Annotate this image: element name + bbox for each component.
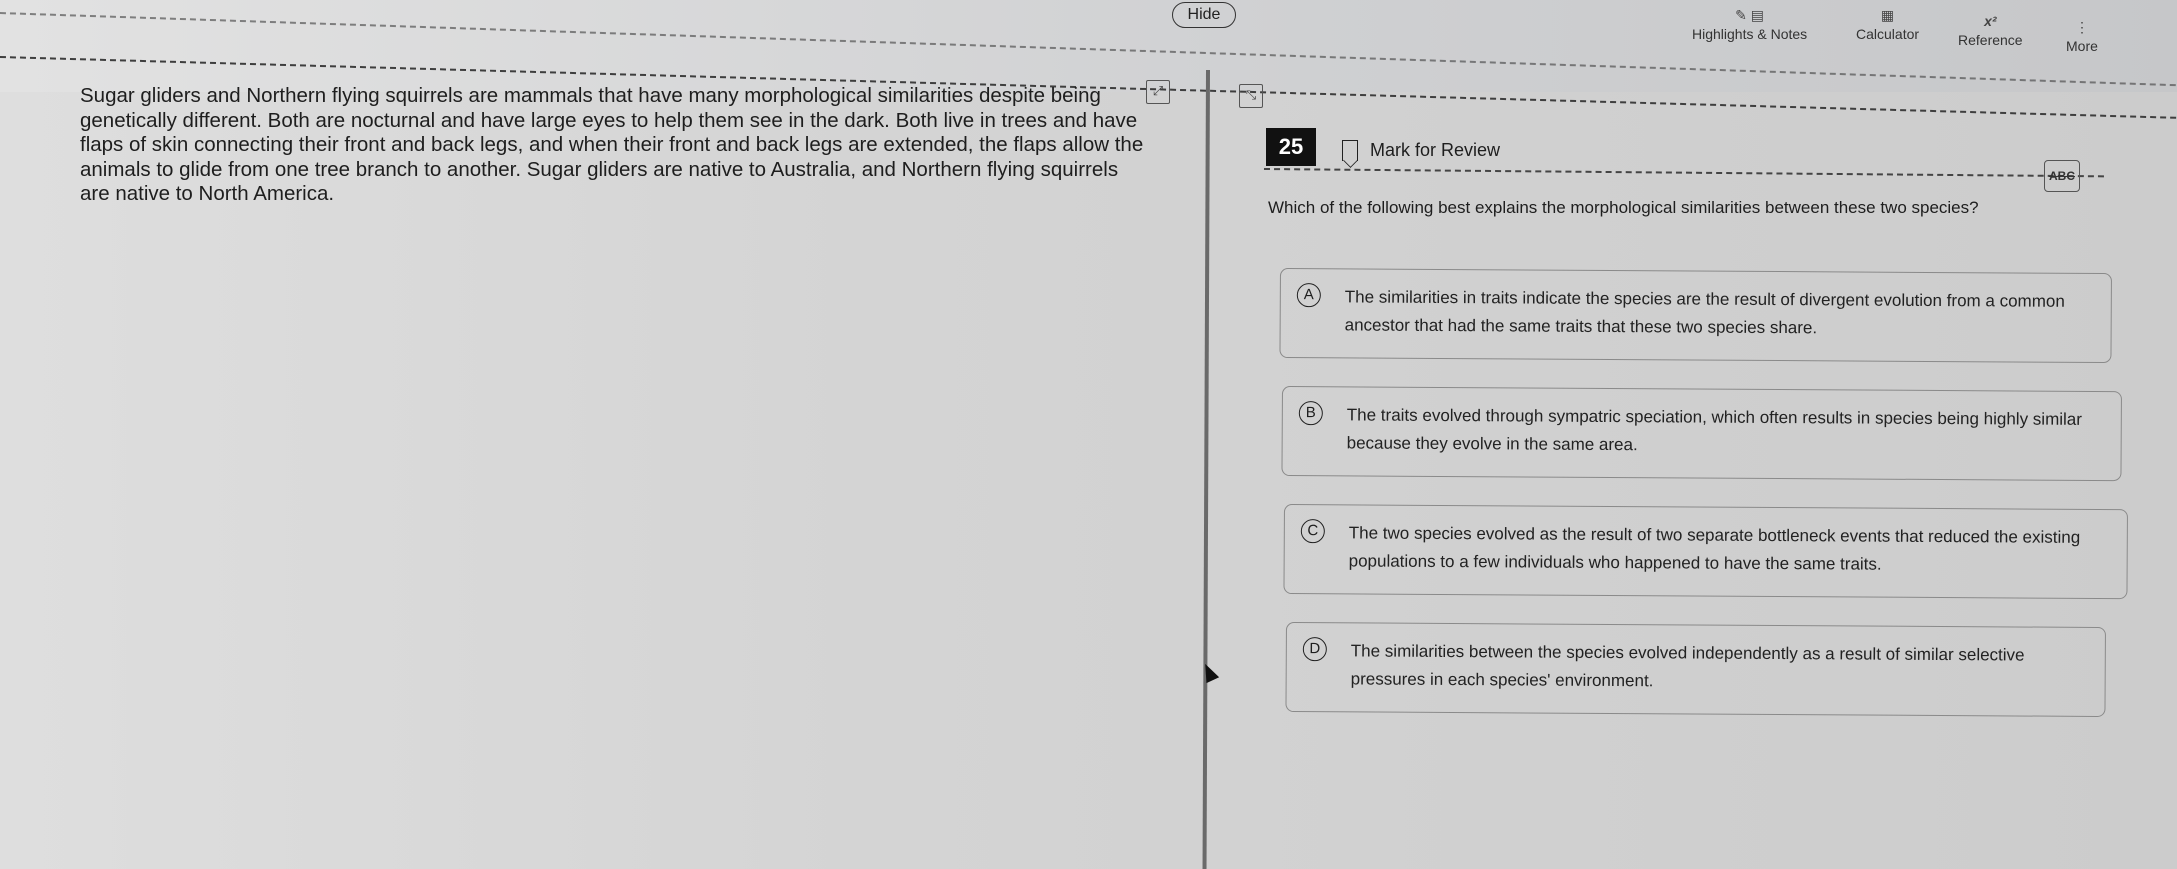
reference-tool[interactable]: x² Reference (1958, 10, 2023, 48)
choice-letter-c: C (1300, 519, 1325, 544)
top-toolbar: Hide ✎ ▤ Highlights & Notes ▦ Calculator… (0, 0, 2177, 119)
reference-label: Reference (1958, 32, 2023, 48)
more-tool[interactable]: ⋮ More (2066, 16, 2098, 54)
highlighter-icon: ✎ ▤ (1735, 7, 1765, 23)
choice-text-a: The similarities in traits indicate the … (1344, 287, 2065, 338)
more-vertical-icon: ⋮ (2074, 19, 2089, 35)
collapse-panel-icon[interactable]: ⤡ (1239, 84, 1263, 108)
panel-divider[interactable] (1202, 70, 1210, 869)
mark-for-review-button[interactable]: Mark for Review (1342, 136, 1500, 164)
hide-button[interactable]: Hide (1172, 2, 1236, 28)
choice-text-d: The similarities between the species evo… (1350, 641, 2025, 691)
calculator-tool[interactable]: ▦ Calculator (1856, 4, 1919, 42)
passage-text: Sugar gliders and Northern flying squirr… (80, 84, 1144, 205)
answer-choice-b[interactable]: B The traits evolved through sympatric s… (1281, 386, 2122, 482)
answer-choice-d[interactable]: D The similarities between the species e… (1285, 622, 2106, 718)
calculator-icon: ▦ (1880, 7, 1895, 23)
question-number: 25 (1266, 128, 1316, 166)
reference-formula-icon: x² (1984, 13, 1997, 29)
choice-letter-b: B (1298, 401, 1323, 426)
mouse-cursor-icon (1198, 660, 1220, 684)
answer-choice-c[interactable]: C The two species evolved as the result … (1283, 504, 2128, 600)
bookmark-icon (1342, 139, 1358, 161)
header-divider-top (0, 12, 2176, 87)
choice-letter-d: D (1302, 637, 1327, 662)
choice-text-b: The traits evolved through sympatric spe… (1346, 405, 2083, 455)
passage-panel: Sugar gliders and Northern flying squirr… (80, 84, 1150, 207)
highlights-notes-label: Highlights & Notes (1692, 26, 1808, 42)
more-label: More (2066, 38, 2098, 54)
calculator-label: Calculator (1856, 26, 1920, 42)
choice-letter-a: A (1296, 283, 1321, 308)
highlights-notes-tool[interactable]: ✎ ▤ Highlights & Notes (1692, 4, 1807, 42)
question-prompt: Which of the following best explains the… (1268, 198, 1979, 217)
question-header: 25 Mark for Review (1266, 128, 2116, 172)
choice-text-c: The two species evolved as the result of… (1348, 523, 2081, 574)
answer-eliminator-button[interactable]: ABC (2044, 160, 2080, 192)
expand-passage-icon[interactable]: ⤢ (1146, 80, 1170, 104)
answer-choice-a[interactable]: A The similarities in traits indicate th… (1279, 268, 2112, 364)
mark-for-review-label: Mark for Review (1370, 139, 1501, 160)
